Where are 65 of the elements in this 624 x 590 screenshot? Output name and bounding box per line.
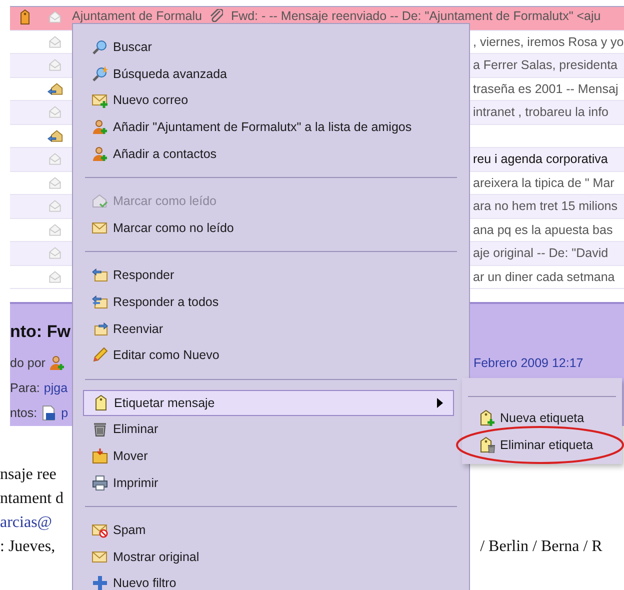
message-subject: intranet , trobareu la info	[473, 105, 608, 120]
folder-icon	[92, 448, 108, 464]
add-person-icon[interactable]	[49, 354, 66, 370]
menu-item[interactable]: Responder	[83, 262, 454, 289]
submenu-arrow-icon	[437, 398, 443, 408]
message-subject: ar un diner cada setmana	[473, 270, 615, 284]
message-subject: areixera la tipica de " Mar	[473, 176, 614, 190]
menu-item[interactable]: Mostrar original	[83, 544, 454, 570]
new-mail-icon	[92, 92, 108, 108]
body-text-line: nsaje ree	[0, 466, 56, 485]
printer-icon	[92, 474, 108, 491]
menu-item[interactable]: Editar como Nuevo	[83, 342, 454, 369]
attachment-link[interactable]: p	[61, 406, 68, 420]
sender-name: Ajuntament de Formalu	[72, 9, 202, 23]
forward-icon	[92, 320, 108, 337]
menu-item[interactable]: Etiquetar mensaje	[83, 390, 454, 416]
pencil-icon	[92, 347, 108, 364]
menu-item[interactable]: Búsqueda avanzada	[83, 60, 454, 88]
spam-icon	[92, 522, 108, 538]
message-subject: Fwd: - -- Mensaje reenviado -- De: "Ajuntament de Formalutx" <aju	[230, 9, 601, 23]
search-icon	[92, 39, 108, 56]
body-text-line: ntament d	[0, 490, 64, 509]
add-person-icon	[92, 146, 108, 162]
message-subject: ara no hem tret 15 milions	[473, 199, 618, 214]
plus-icon	[92, 575, 108, 590]
menu-item[interactable]: Nueva etiqueta	[462, 405, 622, 432]
reply-all-icon	[92, 294, 108, 310]
attachments-label: ntos:	[10, 406, 38, 420]
menu-item[interactable]: Eliminar	[83, 416, 454, 443]
menu-item[interactable]: Marcar como no leído	[83, 214, 454, 242]
message-date: Febrero 2009 12:17	[473, 356, 584, 370]
document-icon[interactable]	[41, 404, 58, 420]
envelope-icon	[92, 220, 108, 236]
advanced-search-icon	[92, 66, 108, 82]
to-label: Para:	[10, 380, 40, 394]
menu-item[interactable]: Añadir a contactos	[83, 140, 454, 167]
sent-by-label: do por	[10, 356, 46, 370]
message-subject: traseña es 2001 -- Mensaj	[473, 82, 618, 96]
tag-icon	[92, 394, 108, 411]
menu-item[interactable]: Añadir "Ajuntament de Formalutx" a la lista de amigos	[83, 114, 454, 140]
recipient-link[interactable]: pjga	[44, 380, 68, 394]
message-subject: aje original -- De: "David	[473, 246, 608, 260]
menu-item[interactable]: Buscar	[83, 34, 454, 61]
body-text-line: : Jueves,	[0, 538, 56, 557]
message-subject: , viernes, iremos Rosa y yo	[473, 34, 624, 49]
message-subject: reu i agenda corporativa	[473, 152, 608, 166]
menu-item[interactable]: Spam	[83, 516, 454, 544]
menu-item[interactable]: Reenviar	[83, 315, 454, 342]
body-text-line: / Berlin / Berna / R	[480, 538, 602, 557]
delete-tag-icon	[478, 436, 494, 453]
message-subject: ana pq es la apuesta bas	[473, 222, 613, 237]
menu-item[interactable]: Nuevo correo	[83, 87, 454, 114]
message-title: nto: Fw	[10, 322, 70, 343]
reply-icon	[92, 267, 108, 284]
read-envelope-icon	[92, 193, 108, 210]
body-text-line: arcias@	[0, 514, 52, 533]
menu-item[interactable]: Imprimir	[83, 469, 454, 496]
envelope-icon	[92, 548, 108, 565]
menu-item[interactable]: Responder a todos	[83, 288, 454, 316]
menu-item[interactable]: Mover	[83, 442, 454, 470]
trash-icon	[92, 421, 108, 438]
message-subject: a Ferrer Salas, presidenta	[473, 58, 618, 72]
add-tag-icon	[478, 410, 494, 426]
add-person-icon	[92, 119, 108, 136]
menu-item[interactable]: Nuevo filtro	[83, 570, 454, 590]
